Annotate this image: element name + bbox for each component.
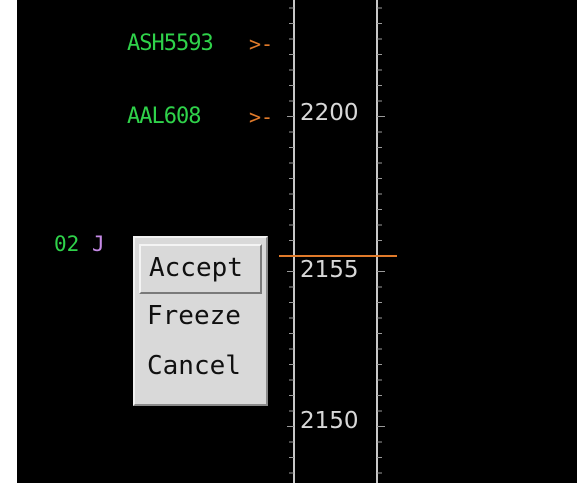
time-label-2200: 2200 [300,100,359,126]
timeline-ticks [287,7,385,474]
context-menu: Accept Freeze Cancel [133,236,268,406]
timeline-display: ASH5593 >- AAL608 >- 02 J 2200 2155 2150… [17,0,577,483]
flight-label-partial[interactable]: 02 J [54,234,105,255]
flight-prefix: 02 [54,232,80,256]
flight-leader-line: >- [249,32,274,56]
time-label-2155: 2155 [300,257,359,283]
flight-label-ash5593[interactable]: ASH5593 [127,33,214,55]
flight-leader-line: >- [249,105,274,129]
freeze-menu-item[interactable]: Freeze [139,294,262,344]
cancel-menu-item[interactable]: Cancel [139,344,262,394]
accept-menu-item[interactable]: Accept [139,244,262,294]
flight-callsign-partial: J [91,232,105,256]
flight-label-aal608[interactable]: AAL608 [127,106,201,128]
time-label-2150: 2150 [300,408,359,434]
